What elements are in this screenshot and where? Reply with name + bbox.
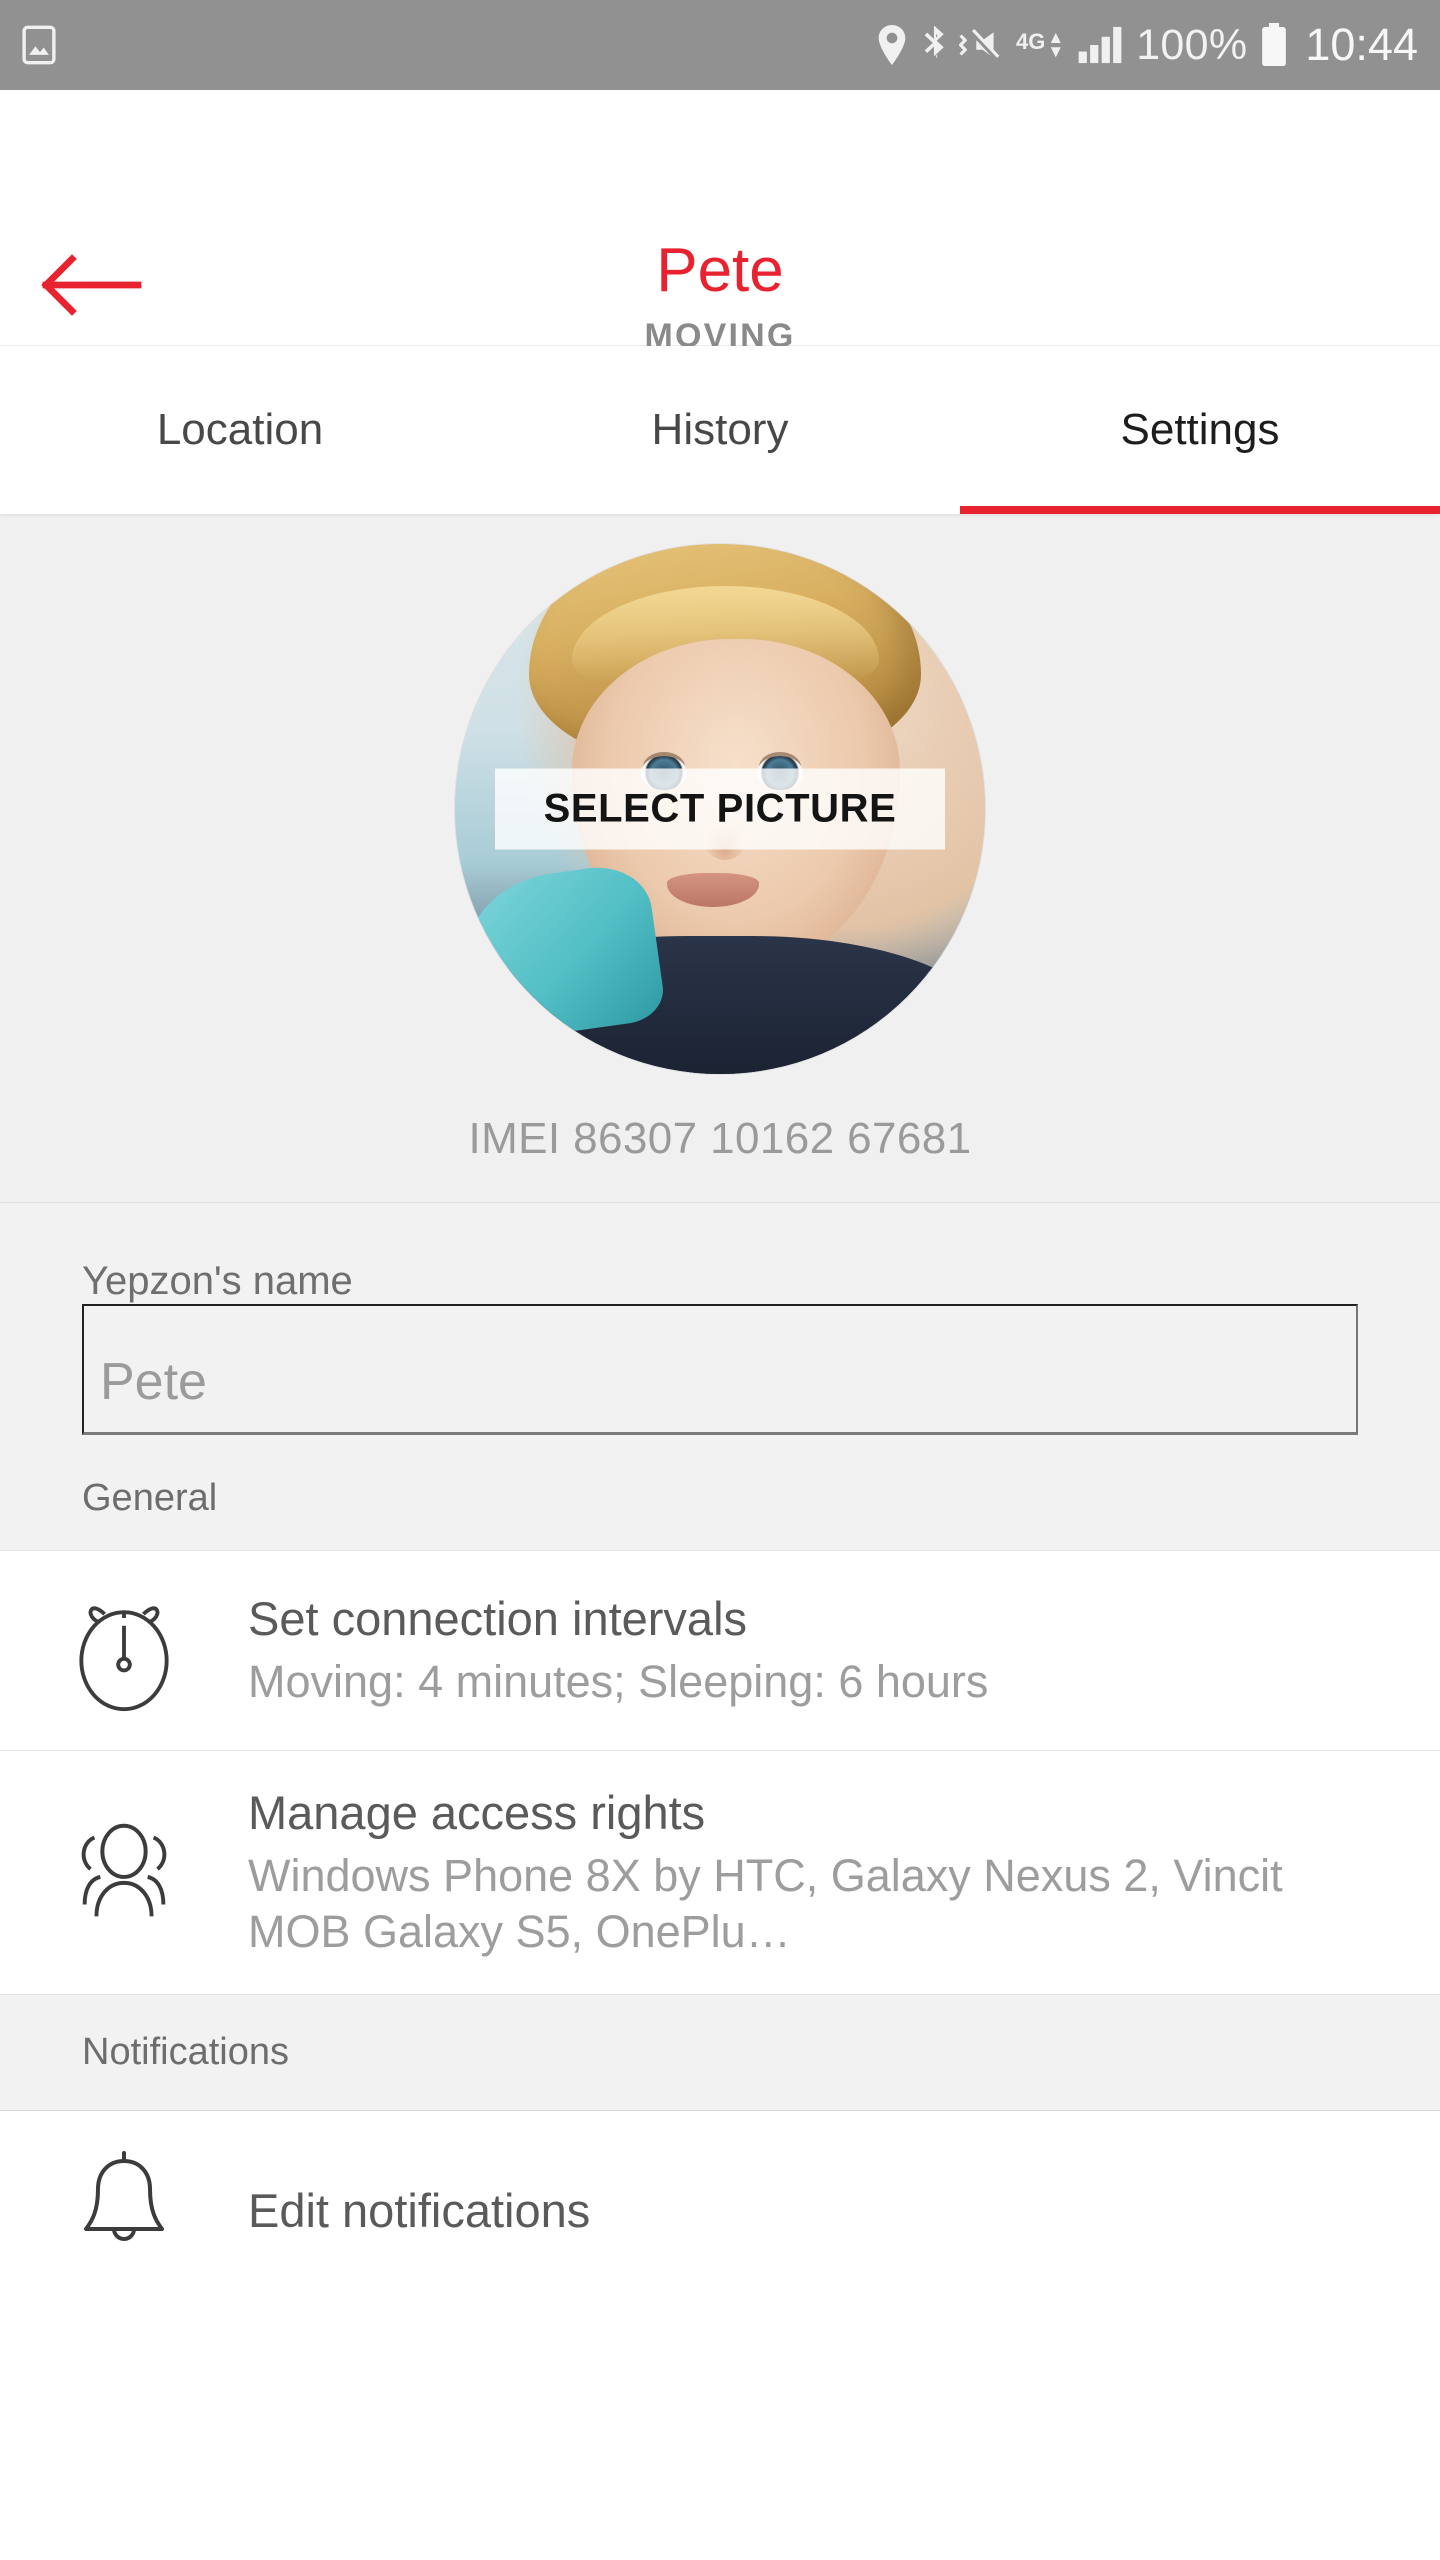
list-item-subtitle: Moving: 4 minutes; Sleeping: 6 hours — [248, 1656, 989, 1708]
tab-bar: Location History Settings — [0, 346, 1440, 514]
section-header-general: General — [82, 1477, 218, 1519]
select-picture-button[interactable]: SELECT PICTURE — [495, 768, 945, 850]
back-button[interactable] — [40, 240, 150, 330]
people-group-icon — [0, 1813, 248, 1933]
image-icon — [22, 25, 56, 65]
name-form: Yepzon's name General — [0, 1203, 1440, 1550]
section-header-notifications: Notifications — [0, 1994, 1440, 2112]
avatar-panel: SELECT PICTURE IMEI 86307 10162 67681 — [0, 514, 1440, 1203]
general-list: Set connection intervals Moving: 4 minut… — [0, 1550, 1440, 1995]
avatar-container[interactable]: SELECT PICTURE — [455, 544, 985, 1074]
stopwatch-icon — [0, 1587, 248, 1715]
imei-label: IMEI 86307 10162 67681 — [468, 1114, 972, 1163]
list-item-title: Set connection intervals — [248, 1591, 748, 1645]
tab-history[interactable]: History — [480, 346, 960, 514]
name-field-label: Yepzon's name — [82, 1259, 353, 1303]
location-pin-icon — [877, 25, 907, 65]
data-arrows-icon: ▲ ▼ — [1047, 27, 1065, 61]
4g-icon: 4G ▲ ▼ — [1016, 27, 1065, 61]
status-bar: 4G ▲ ▼ 100% 10:44 — [0, 0, 1440, 90]
list-item[interactable]: Edit notifications — [0, 2111, 1440, 2312]
app-screen: 4G ▲ ▼ 100% 10:44 Pete MOVING Location H… — [0, 0, 1440, 2560]
name-input[interactable] — [82, 1304, 1358, 1435]
clock-label: 10:44 — [1305, 19, 1418, 70]
vibrate-mute-icon — [959, 25, 1003, 65]
app-bar: Pete MOVING — [0, 90, 1440, 355]
list-item-title: Edit notifications — [248, 2184, 591, 2238]
page-title: Pete — [656, 236, 784, 305]
section-header-notifications-label: Notifications — [82, 2031, 289, 2074]
back-arrow-icon — [41, 254, 142, 316]
bell-icon — [0, 2149, 248, 2273]
list-item[interactable]: Manage access rights Windows Phone 8X by… — [0, 1750, 1440, 1995]
bluetooth-icon — [920, 25, 946, 65]
notifications-list: Edit notifications — [0, 2111, 1440, 2312]
list-item-subtitle: Windows Phone 8X by HTC, Galaxy Nexus 2,… — [248, 1850, 1283, 1958]
battery-percent-label: 100% — [1136, 20, 1248, 69]
list-item[interactable]: Set connection intervals Moving: 4 minut… — [0, 1550, 1440, 1750]
tab-settings[interactable]: Settings — [960, 346, 1440, 514]
battery-icon — [1260, 23, 1288, 67]
tab-location[interactable]: Location — [0, 346, 480, 514]
list-item-title: Manage access rights — [248, 1786, 706, 1839]
signal-bars-icon — [1077, 25, 1123, 65]
